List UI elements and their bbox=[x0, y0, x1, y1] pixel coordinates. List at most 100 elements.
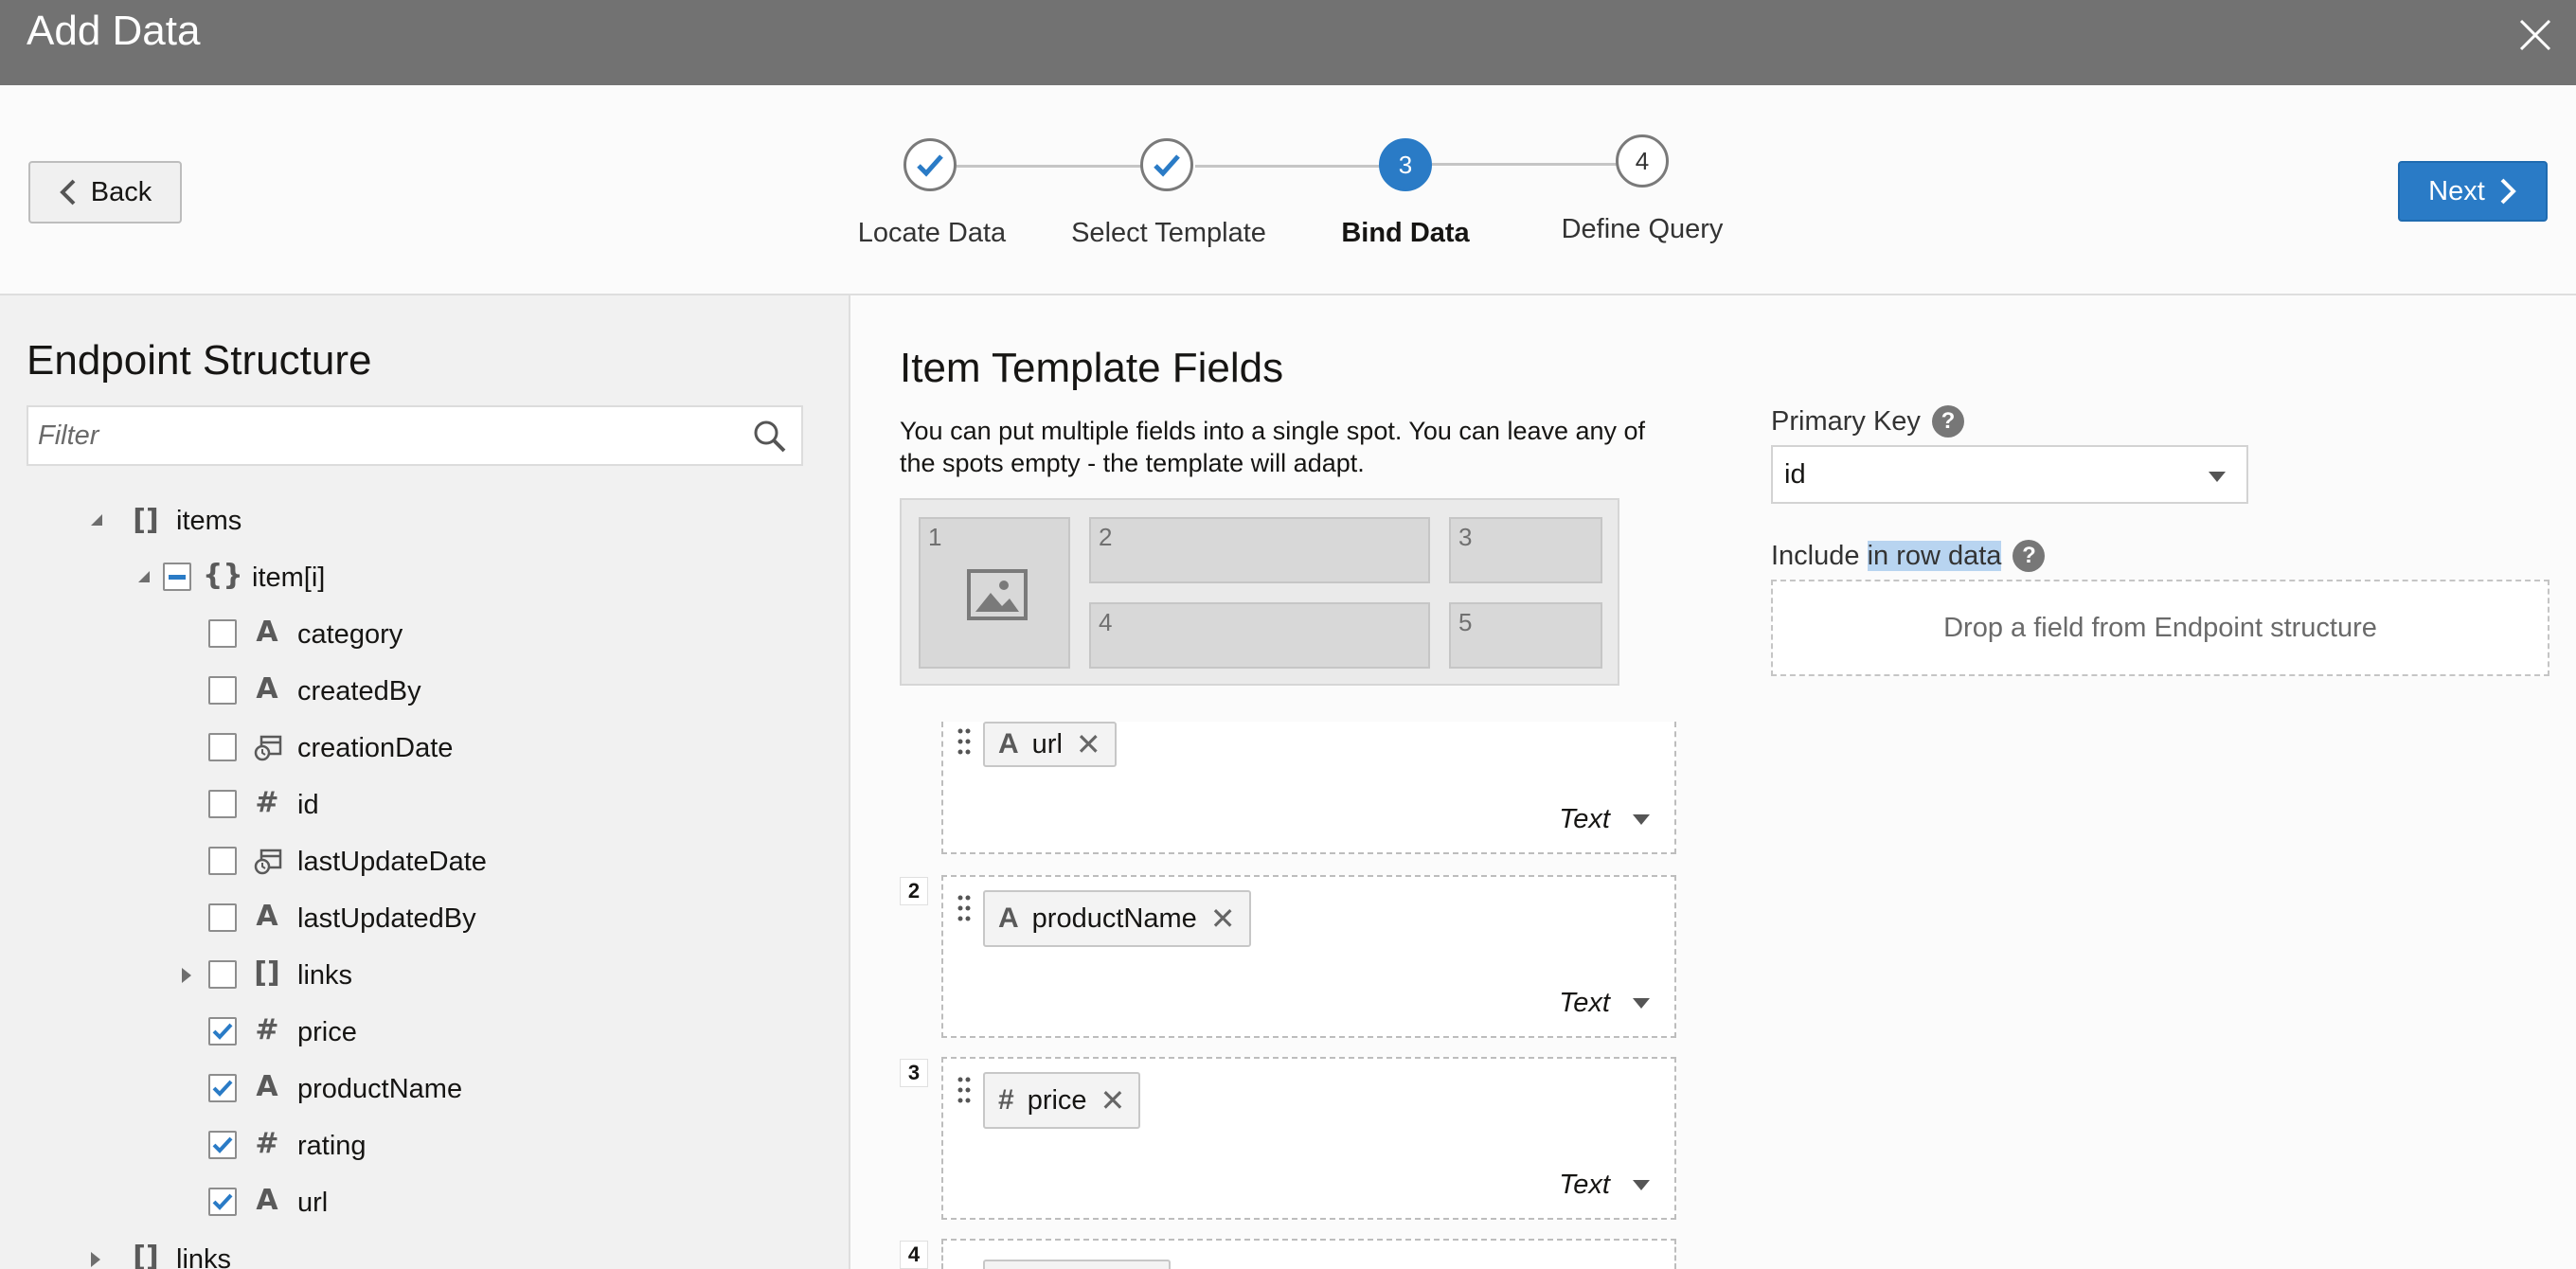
field-checkbox[interactable] bbox=[208, 960, 237, 989]
binding-slot-number: 2 bbox=[900, 877, 928, 905]
template-spot-5[interactable]: 5 bbox=[1449, 602, 1602, 669]
number-type-icon: # bbox=[255, 1127, 279, 1160]
primary-key-select[interactable]: id bbox=[1771, 445, 2248, 504]
expand-down-icon[interactable] bbox=[134, 569, 152, 584]
field-chip[interactable] bbox=[983, 1260, 1171, 1269]
back-button[interactable]: Back bbox=[28, 161, 182, 223]
field-chip[interactable]: # price ✕ bbox=[983, 1072, 1141, 1129]
filter-input[interactable] bbox=[28, 407, 729, 464]
field-checkbox[interactable] bbox=[208, 676, 237, 705]
template-spot-2[interactable]: 2 bbox=[1089, 517, 1430, 583]
step-1-done[interactable] bbox=[903, 138, 957, 191]
step-4[interactable]: 4 bbox=[1616, 134, 1669, 188]
help-icon[interactable]: ? bbox=[2012, 540, 2046, 572]
tree-row-item-i[interactable]: {} item[i] bbox=[0, 553, 849, 600]
template-spot-3[interactable]: 3 bbox=[1449, 517, 1602, 583]
tree-row-links-nested[interactable]: [] links bbox=[0, 951, 849, 998]
tree-row-rating[interactable]: # rating bbox=[0, 1121, 849, 1169]
tree-row-productname[interactable]: A productName bbox=[0, 1064, 849, 1112]
template-spot-1[interactable]: 1 bbox=[919, 517, 1070, 669]
field-checkbox-checked[interactable] bbox=[208, 1017, 237, 1046]
tree-label: category bbox=[297, 619, 403, 650]
field-checkbox-checked[interactable] bbox=[208, 1074, 237, 1102]
help-icon[interactable]: ? bbox=[1931, 405, 1964, 438]
tree-row-links[interactable]: [] links bbox=[0, 1235, 849, 1269]
tree-label: url bbox=[297, 1188, 329, 1218]
include-in-row-data-label: Include in row data ? bbox=[1771, 540, 2046, 572]
display-type-select[interactable]: Text bbox=[1559, 988, 1650, 1019]
dialog-titlebar: Add Data bbox=[0, 0, 2576, 85]
item-template-description: You can put multiple fields into a singl… bbox=[900, 417, 1646, 477]
tree-row-creationdate[interactable]: creationDate bbox=[0, 724, 849, 771]
close-icon[interactable] bbox=[2513, 13, 2557, 57]
chip-label: url bbox=[1031, 728, 1063, 760]
dropzone-text: Drop a field from Endpoint structure bbox=[1943, 612, 2377, 643]
tree-row-lastupdatedby[interactable]: A lastUpdatedBy bbox=[0, 894, 849, 941]
text-type-icon: A bbox=[998, 903, 1019, 934]
step-3-active[interactable]: 3 bbox=[1379, 138, 1432, 191]
caret-down-icon bbox=[1633, 814, 1650, 825]
check-icon bbox=[917, 154, 943, 177]
dialog-title: Add Data bbox=[27, 8, 201, 54]
step-label: Locate Data bbox=[857, 218, 1007, 248]
check-icon bbox=[1154, 154, 1180, 177]
tree-row-lastupdatedate[interactable]: lastUpdateDate bbox=[0, 837, 849, 885]
tree-row-createdby[interactable]: A createdBy bbox=[0, 667, 849, 714]
expand-right-icon[interactable] bbox=[89, 1250, 102, 1269]
tree-row-id[interactable]: # id bbox=[0, 780, 849, 828]
step-connector bbox=[957, 165, 1142, 168]
tree-row-category[interactable]: A category bbox=[0, 610, 849, 657]
tree-row-price[interactable]: # price bbox=[0, 1008, 849, 1055]
tree-label: createdBy bbox=[297, 676, 421, 706]
step-2-done[interactable] bbox=[1140, 138, 1193, 191]
drag-handle-icon[interactable] bbox=[957, 1076, 972, 1104]
drag-handle-icon[interactable] bbox=[957, 894, 972, 922]
next-button[interactable]: Next bbox=[2398, 161, 2548, 222]
chevron-left-icon bbox=[59, 179, 76, 206]
remove-icon[interactable]: ✕ bbox=[1210, 901, 1236, 937]
binding-slot-4[interactable] bbox=[941, 1239, 1676, 1269]
template-spot-4[interactable]: 4 bbox=[1089, 602, 1430, 669]
expand-down-icon[interactable] bbox=[87, 512, 104, 527]
binding-slot-3[interactable]: # price ✕ Text bbox=[941, 1057, 1676, 1220]
field-checkbox[interactable] bbox=[208, 790, 237, 818]
field-checkbox[interactable] bbox=[208, 619, 237, 648]
text-type-icon: A bbox=[256, 1184, 278, 1217]
field-checkbox-checked[interactable] bbox=[208, 1131, 237, 1159]
caret-down-icon bbox=[1633, 998, 1650, 1009]
display-type-select[interactable]: Text bbox=[1559, 1170, 1650, 1201]
check-icon bbox=[212, 1193, 233, 1210]
field-chip[interactable]: A url ✕ bbox=[983, 722, 1117, 767]
remove-icon[interactable]: ✕ bbox=[1100, 1082, 1126, 1118]
include-label-text: Include in row data bbox=[1771, 540, 2002, 572]
step-connector bbox=[1195, 165, 1381, 168]
endpoint-structure-title: Endpoint Structure bbox=[27, 337, 372, 384]
tree-row-items[interactable]: [] items bbox=[0, 496, 849, 544]
step-label-active: Bind Data bbox=[1341, 218, 1470, 248]
filter-field[interactable] bbox=[27, 405, 803, 466]
remove-icon[interactable]: ✕ bbox=[1076, 726, 1101, 762]
field-checkbox[interactable] bbox=[208, 733, 237, 761]
number-type-icon: # bbox=[255, 1013, 279, 1046]
field-chip[interactable]: A productName ✕ bbox=[983, 890, 1251, 947]
spot-number: 4 bbox=[1099, 608, 1113, 636]
step-number: 4 bbox=[1635, 146, 1650, 175]
search-icon[interactable] bbox=[752, 419, 788, 455]
display-type-select[interactable]: Text bbox=[1559, 804, 1650, 835]
binding-slot-1[interactable]: A url ✕ Text bbox=[941, 722, 1676, 854]
binding-slot-number: 3 bbox=[900, 1059, 928, 1087]
expand-right-icon[interactable] bbox=[180, 966, 193, 985]
back-button-label: Back bbox=[90, 176, 152, 207]
template-preview: 1 2 3 4 5 bbox=[900, 498, 1619, 686]
binding-slot-2[interactable]: A productName ✕ Text bbox=[941, 875, 1676, 1038]
field-checkbox[interactable] bbox=[208, 903, 237, 932]
drag-handle-icon[interactable] bbox=[957, 727, 972, 756]
display-type-value: Text bbox=[1559, 1170, 1610, 1200]
partial-checkbox[interactable] bbox=[163, 563, 191, 591]
row-data-dropzone[interactable]: Drop a field from Endpoint structure bbox=[1771, 580, 2549, 676]
spot-number: 2 bbox=[1099, 523, 1113, 551]
field-checkbox[interactable] bbox=[208, 847, 237, 875]
tree-row-url[interactable]: A url bbox=[0, 1178, 849, 1225]
field-checkbox-checked[interactable] bbox=[208, 1188, 237, 1216]
step-connector bbox=[1432, 163, 1621, 166]
